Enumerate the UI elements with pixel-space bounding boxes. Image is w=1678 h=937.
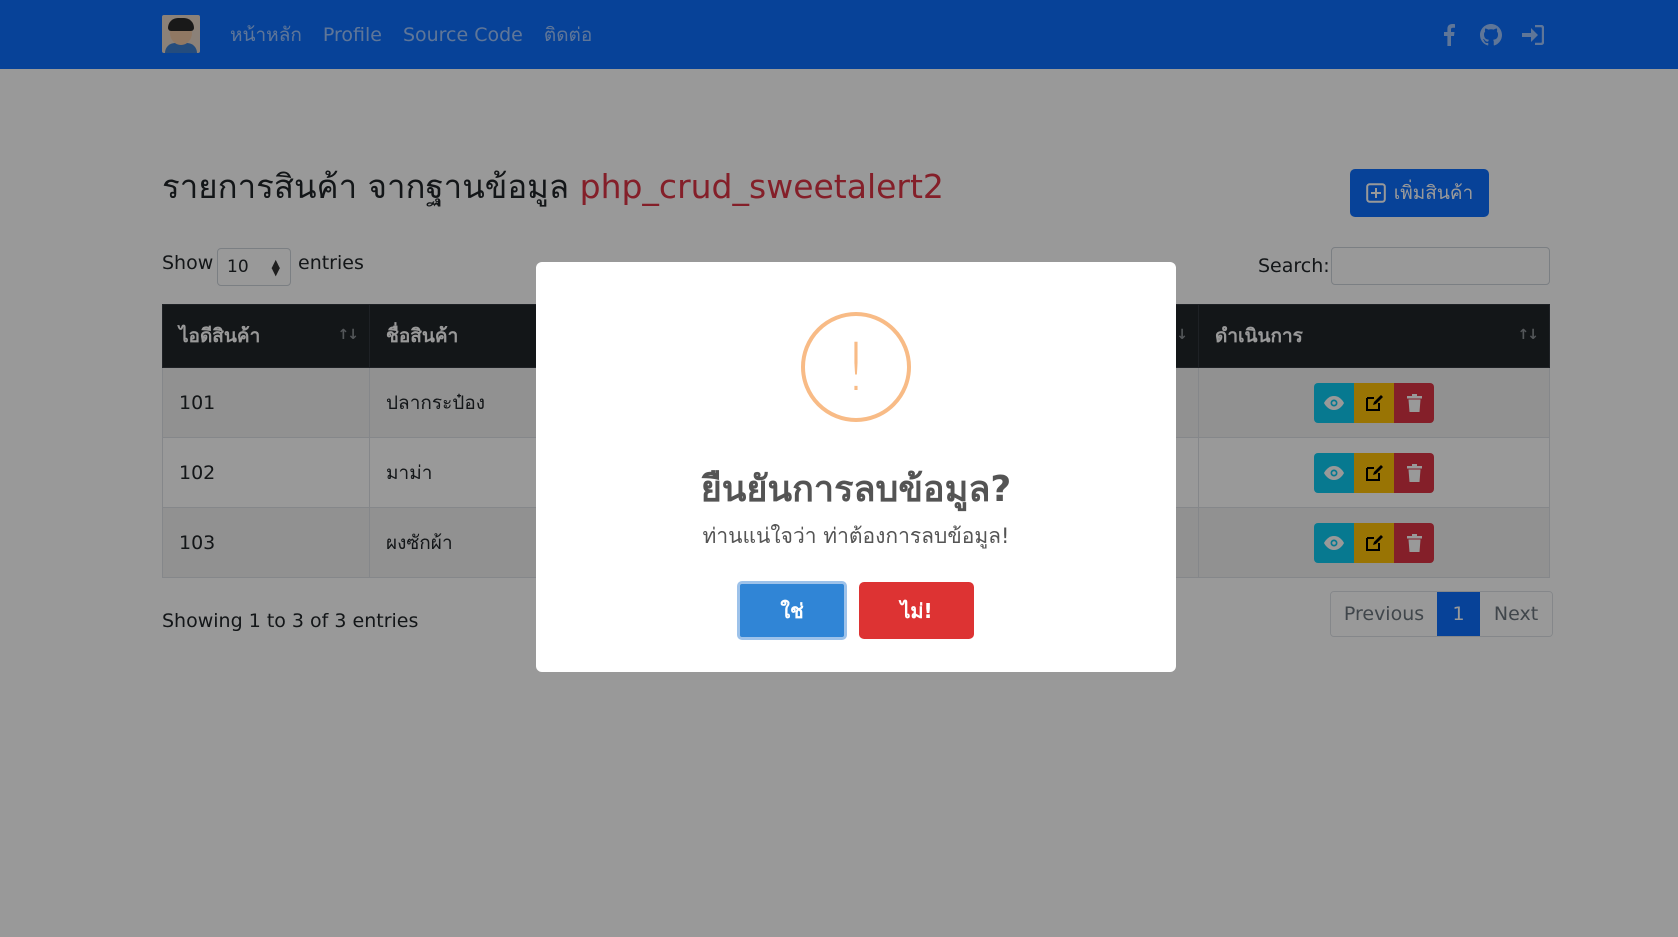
cancel-button[interactable]: ไม่!: [859, 582, 974, 639]
dialog-text: ท่านแน่ใจว่า ท่าต้องการลบข้อมูล!: [702, 524, 1010, 548]
warning-icon: !: [801, 312, 911, 422]
confirm-button[interactable]: ใช่: [737, 581, 847, 640]
confirm-delete-dialog: ! ยืนยันการลบข้อมูล? ท่านแน่ใจว่า ท่าต้อ…: [536, 262, 1176, 672]
dialog-title: ยืนยันการลบข้อมูล?: [700, 469, 1012, 510]
